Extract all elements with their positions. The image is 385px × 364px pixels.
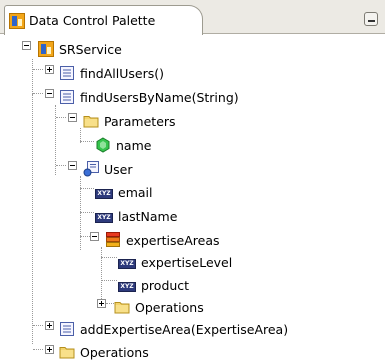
tree-node-label: name: [116, 137, 152, 153]
folder-icon: [83, 116, 99, 128]
collection-icon: [106, 232, 120, 247]
tree-node-label: User: [104, 161, 133, 177]
method-icon: [60, 66, 74, 80]
attribute-icon: XYZ: [118, 281, 136, 292]
data-control-icon: [9, 12, 25, 29]
tree-node-parameters[interactable]: Parameters: [83, 110, 176, 132]
tree-node-findusersbyname[interactable]: findUsersByName(String): [59, 86, 239, 108]
tree-node-label: lastName: [118, 208, 178, 224]
tree-node-label: findUsersByName(String): [80, 89, 239, 105]
data-control-icon: [38, 41, 54, 57]
attribute-icon: XYZ: [95, 188, 113, 199]
tree-node-addexpertisearea[interactable]: addExpertiseArea(ExpertiseArea): [59, 318, 288, 340]
tree-node-label: addExpertiseArea(ExpertiseArea): [80, 321, 289, 337]
data-control-palette: Data Control Palette SRService findAllUs…: [0, 0, 385, 364]
expand-toggle[interactable]: [45, 345, 54, 354]
tree-node-expertiselevel[interactable]: XYZ expertiseLevel: [118, 251, 232, 273]
collapse-toggle[interactable]: [68, 113, 77, 122]
tree-node-label: expertiseAreas: [126, 232, 220, 248]
tree-node-label: product: [141, 277, 190, 293]
tree-node-label: Operations: [135, 299, 204, 315]
tree-node-label: SRService: [59, 41, 122, 57]
tree-node-name[interactable]: name: [95, 134, 151, 156]
tree-node-label: expertiseLevel: [141, 254, 233, 270]
tree-node-label: Operations: [80, 344, 149, 360]
tree-node-expertiseareas[interactable]: expertiseAreas: [105, 229, 220, 251]
tree-node-srservice[interactable]: SRService: [38, 38, 122, 60]
expand-toggle[interactable]: [45, 321, 54, 330]
tree-node-operations-inner[interactable]: Operations: [114, 296, 204, 318]
tab-label: Data Control Palette: [29, 13, 156, 28]
folder-icon: [114, 302, 130, 314]
tree-node-lastname[interactable]: XYZ lastName: [95, 205, 177, 227]
tree-node-findallusers[interactable]: findAllUsers(): [59, 62, 164, 84]
data-control-tree: SRService findAllUsers() findUsersByName…: [0, 35, 385, 364]
expand-toggle[interactable]: [97, 299, 106, 308]
tree-node-label: email: [118, 184, 153, 200]
collapse-toggle[interactable]: [45, 89, 54, 98]
tree-node-operations-outer[interactable]: Operations: [59, 341, 149, 363]
tree-node-label: findAllUsers(): [80, 65, 164, 81]
attribute-icon: XYZ: [118, 258, 136, 269]
minimize-icon: [368, 20, 375, 22]
attribute-icon: XYZ: [95, 212, 113, 223]
tree-node-product[interactable]: XYZ product: [118, 274, 189, 296]
tab-bar: Data Control Palette: [0, 0, 385, 35]
collapse-toggle[interactable]: [68, 161, 77, 170]
bean-icon: [83, 161, 99, 177]
collapse-toggle[interactable]: [90, 232, 99, 241]
tree-node-email[interactable]: XYZ email: [95, 181, 152, 203]
minimize-button[interactable]: [364, 12, 378, 26]
folder-icon: [59, 347, 75, 359]
tree-node-label: Parameters: [104, 113, 176, 129]
tree-node-user[interactable]: User: [83, 158, 133, 180]
parameter-icon: [96, 137, 110, 153]
expand-toggle[interactable]: [45, 65, 54, 74]
method-icon: [60, 322, 74, 336]
tab-data-control-palette[interactable]: Data Control Palette: [4, 5, 203, 35]
method-icon: [60, 90, 74, 104]
collapse-toggle[interactable]: [22, 41, 31, 50]
